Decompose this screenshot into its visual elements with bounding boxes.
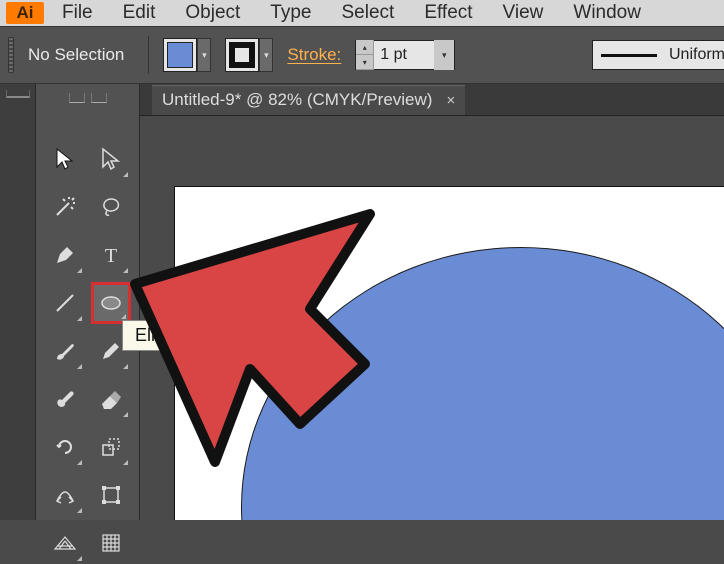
document-tabstrip: Untitled-9* @ 82% (CMYK/Preview) × — [140, 84, 724, 116]
ellipse-tool[interactable] — [91, 282, 131, 324]
pasteboard-left — [140, 116, 174, 520]
fill-swatch[interactable]: ▾ — [163, 38, 211, 72]
menu-view[interactable]: View — [503, 2, 544, 24]
document-tab[interactable]: Untitled-9* @ 82% (CMYK/Preview) × — [152, 85, 465, 115]
controlbar: No Selection ▾ ▾ Stroke: ▴ ▾ 1 pt ▾ Unif… — [0, 26, 724, 84]
tool-tooltip: Ellips — [122, 320, 191, 351]
free-transform-tool-icon — [99, 483, 123, 507]
fill-color-chip — [167, 42, 193, 68]
magic-wand-tool-icon — [53, 195, 77, 219]
type-tool-icon: T — [99, 243, 123, 267]
eraser-tool-icon — [99, 387, 123, 411]
tools-panel-grip-icon — [69, 93, 85, 103]
stroke-label[interactable]: Stroke: — [287, 45, 341, 65]
stroke-style-dropdown[interactable]: Uniform ▾ — [592, 40, 724, 70]
menu-edit[interactable]: Edit — [123, 2, 156, 24]
rotate-tool-icon — [53, 435, 77, 459]
menu-effect[interactable]: Effect — [424, 2, 472, 24]
stroke-ring-icon — [229, 42, 255, 68]
tools-panel-header[interactable] — [45, 90, 131, 106]
tools-panel-collapse-icon[interactable] — [91, 93, 107, 103]
rotate-tool[interactable] — [45, 426, 85, 468]
paintbrush-tool[interactable] — [45, 330, 85, 372]
pencil-tool-icon — [99, 339, 123, 363]
lasso-tool-icon — [99, 195, 123, 219]
selection-tool[interactable] — [45, 138, 85, 180]
stroke-color-icon — [225, 38, 259, 72]
menubar: Ai File Edit Object Type Select Effect V… — [0, 0, 724, 26]
perspective-grid-tool-icon — [53, 531, 77, 555]
ellipse-shape[interactable] — [241, 247, 724, 520]
document-area: Untitled-9* @ 82% (CMYK/Preview) × — [140, 84, 724, 520]
width-tool-icon — [53, 483, 77, 507]
line-segment-tool-icon — [53, 291, 77, 315]
panel-grip[interactable] — [8, 37, 14, 73]
stroke-style-preview-icon — [593, 40, 665, 70]
eraser-tool[interactable] — [91, 378, 131, 420]
direct-selection-tool-icon — [99, 147, 123, 171]
collapsed-dock[interactable] — [0, 84, 36, 520]
line-segment-tool[interactable] — [45, 282, 85, 324]
blob-brush-tool[interactable] — [45, 378, 85, 420]
stroke-width-value[interactable]: 1 pt — [374, 46, 434, 64]
selection-status: No Selection — [28, 45, 124, 65]
document-tab-title: Untitled-9* @ 82% (CMYK/Preview) — [162, 90, 432, 110]
pen-tool[interactable] — [45, 234, 85, 276]
fill-color-icon — [163, 38, 197, 72]
magic-wand-tool[interactable] — [45, 186, 85, 228]
menu-file[interactable]: File — [62, 2, 93, 24]
workspace-body: T — [0, 84, 724, 520]
blob-brush-tool-icon — [53, 387, 77, 411]
stroke-width-stepper[interactable]: ▴ ▾ — [356, 40, 374, 70]
scale-tool-icon — [99, 435, 123, 459]
lasso-tool[interactable] — [91, 186, 131, 228]
ellipse-tool-icon — [99, 291, 123, 315]
stepper-down-icon[interactable]: ▾ — [356, 55, 373, 70]
scale-tool[interactable] — [91, 426, 131, 468]
menu-object[interactable]: Object — [185, 2, 240, 24]
menu-type[interactable]: Type — [270, 2, 311, 24]
svg-text:T: T — [104, 245, 116, 267]
width-tool[interactable] — [45, 474, 85, 516]
dock-expand-icon[interactable] — [6, 90, 30, 98]
tools-panel: T — [36, 84, 140, 520]
mesh-tool[interactable] — [91, 522, 131, 564]
direct-selection-tool[interactable] — [91, 138, 131, 180]
stroke-width-field[interactable]: ▴ ▾ 1 pt ▾ — [355, 40, 455, 70]
selection-tool-icon — [53, 147, 77, 171]
menu-window[interactable]: Window — [573, 2, 641, 24]
stroke-style-label: Uniform — [665, 46, 724, 64]
paintbrush-tool-icon — [53, 339, 77, 363]
type-tool[interactable]: T — [91, 234, 131, 276]
stroke-dropdown-icon[interactable]: ▾ — [259, 38, 273, 72]
mesh-tool-icon — [99, 531, 123, 555]
menu-select[interactable]: Select — [342, 2, 395, 24]
free-transform-tool[interactable] — [91, 474, 131, 516]
fill-dropdown-icon[interactable]: ▾ — [197, 38, 211, 72]
stroke-swatch[interactable]: ▾ — [225, 38, 273, 72]
canvas-stage[interactable] — [140, 116, 724, 520]
pen-tool-icon — [53, 243, 77, 267]
app-logo: Ai — [6, 2, 44, 24]
close-icon[interactable]: × — [446, 92, 455, 109]
divider — [148, 36, 149, 74]
stepper-up-icon[interactable]: ▴ — [356, 40, 373, 55]
artboard[interactable] — [174, 186, 724, 520]
stroke-width-dropdown-icon[interactable]: ▾ — [434, 40, 454, 70]
perspective-grid-tool[interactable] — [45, 522, 85, 564]
